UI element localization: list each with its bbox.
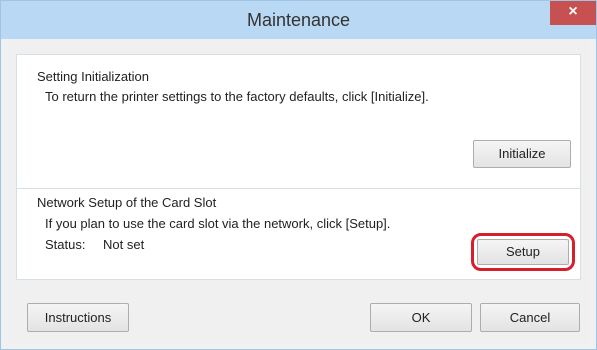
status-label: Status: <box>45 237 86 252</box>
initialize-button[interactable]: Initialize <box>473 140 571 168</box>
ok-button[interactable]: OK <box>370 303 472 332</box>
window-title: Maintenance <box>246 10 351 30</box>
network-setup-section: Network Setup of the Card Slot If you pl… <box>16 189 581 280</box>
setting-initialization-description: To return the printer settings to the fa… <box>45 89 429 104</box>
close-icon: × <box>568 3 578 20</box>
close-button[interactable]: × <box>550 1 596 25</box>
setup-button[interactable]: Setup <box>477 239 569 265</box>
setting-initialization-heading: Setting Initialization <box>37 69 150 84</box>
cancel-button[interactable]: Cancel <box>480 303 580 332</box>
status-value: Not set <box>103 237 145 252</box>
instructions-button[interactable]: Instructions <box>27 303 129 332</box>
network-setup-heading: Network Setup of the Card Slot <box>37 195 217 210</box>
network-setup-description: If you plan to use the card slot via the… <box>45 216 391 231</box>
title-bar[interactable]: Maintenance × <box>1 1 596 39</box>
dialog-body: Setting Initialization To return the pri… <box>8 39 589 344</box>
dialog-footer: Instructions OK Cancel <box>8 285 589 344</box>
setting-initialization-section: Setting Initialization To return the pri… <box>16 54 581 189</box>
maintenance-dialog: Maintenance × Setting Initialization To … <box>0 0 597 350</box>
